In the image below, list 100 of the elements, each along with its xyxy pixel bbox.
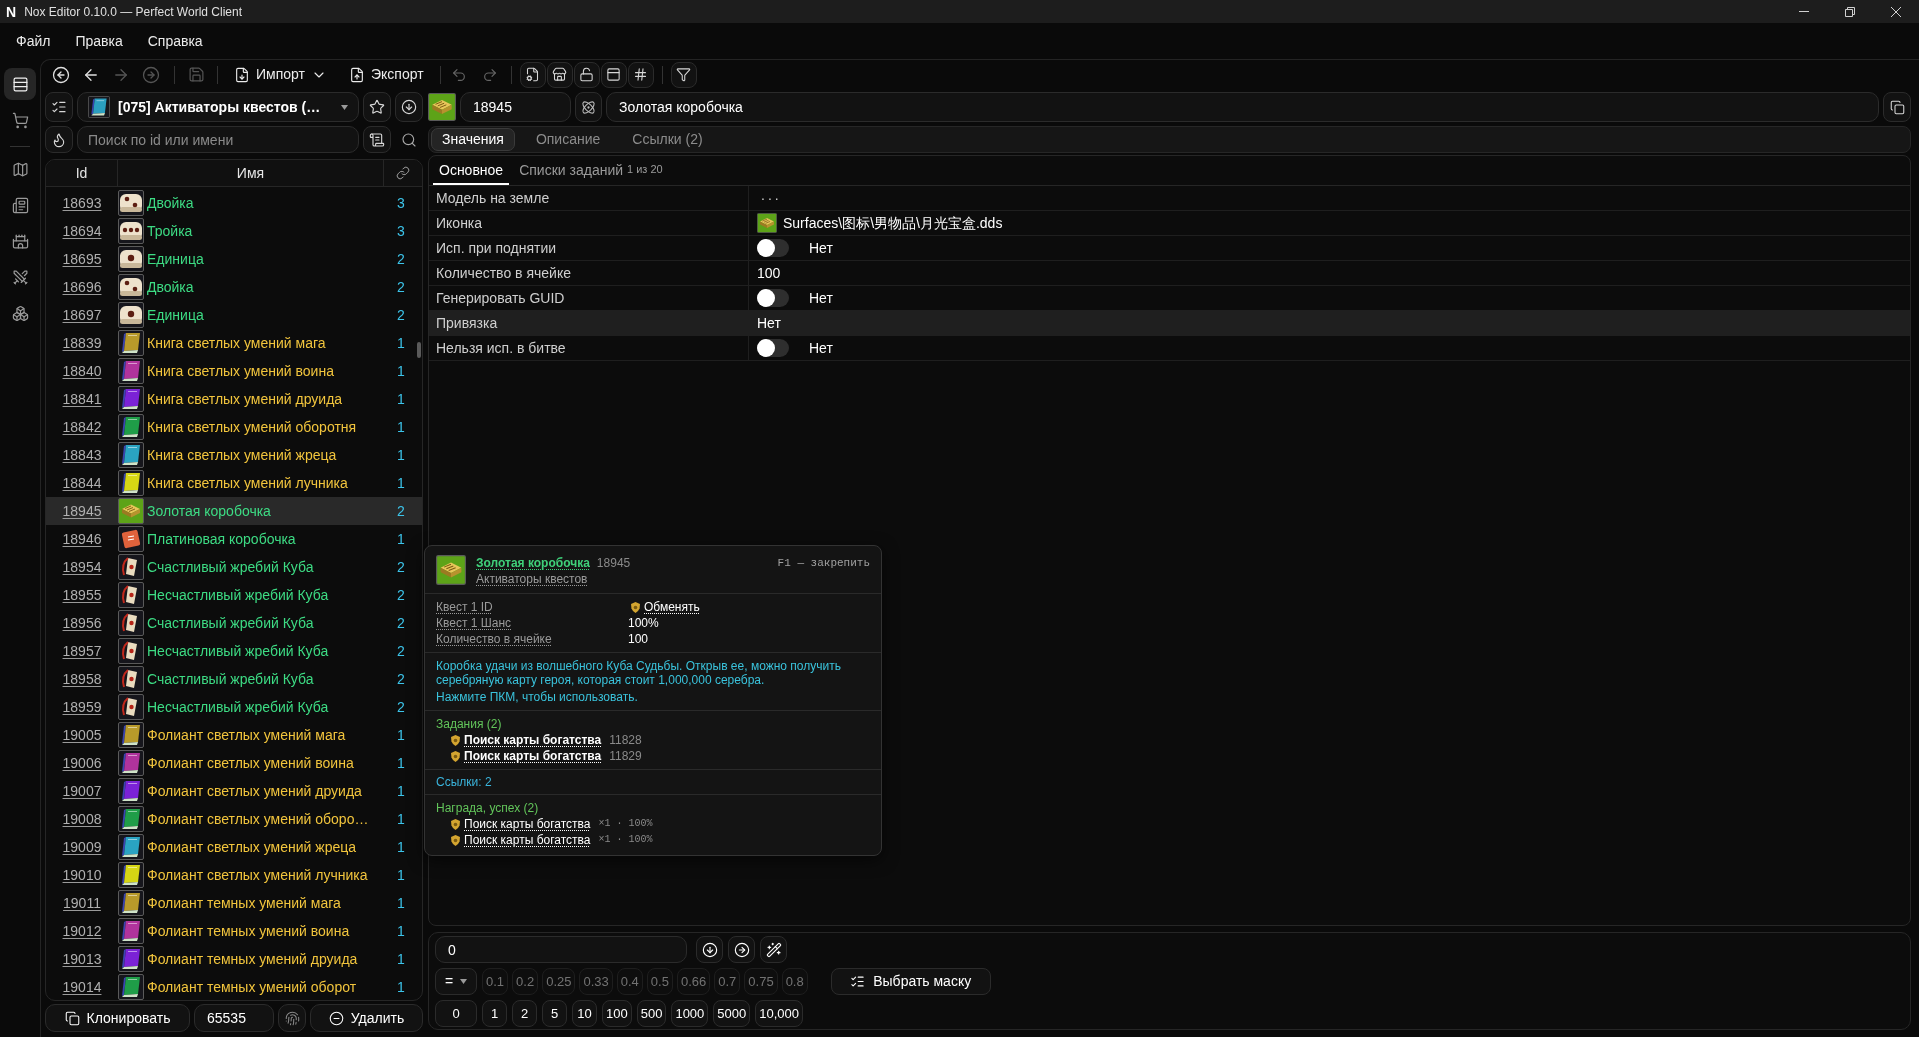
select-mask-button[interactable]: Выбрать маску bbox=[830, 968, 991, 995]
export-button[interactable]: Экспорт bbox=[342, 61, 430, 88]
subtab[interactable]: Основное bbox=[433, 157, 510, 185]
property-row[interactable]: Нельзя исп. в битве Нет bbox=[429, 336, 1910, 361]
tool-button[interactable] bbox=[573, 61, 600, 88]
item-id-link[interactable]: 19005 bbox=[62, 724, 102, 746]
item-id-link[interactable]: 18958 bbox=[62, 668, 102, 690]
reward-link[interactable]: Поиск карты богатства bbox=[464, 816, 591, 832]
import-button[interactable]: Импорт bbox=[228, 61, 333, 88]
more-button[interactable]: ... bbox=[761, 188, 782, 208]
item-name-link[interactable]: Золотая коробочка bbox=[476, 555, 590, 571]
item-id-link[interactable]: 18694 bbox=[62, 220, 102, 242]
search-field[interactable]: Поиск по id или имени bbox=[77, 126, 359, 153]
scrollbar-thumb[interactable] bbox=[417, 342, 421, 358]
item-id-link[interactable]: 19008 bbox=[62, 808, 102, 830]
toggle-switch[interactable] bbox=[757, 239, 789, 257]
tool-button[interactable] bbox=[519, 61, 546, 88]
item-id-link[interactable]: 19011 bbox=[63, 892, 101, 914]
clone-button[interactable]: Клонировать bbox=[45, 1004, 190, 1032]
list-row[interactable]: 18696 Двойка 2 bbox=[46, 273, 422, 301]
item-id-link[interactable]: 19007 bbox=[62, 780, 102, 802]
column-header[interactable]: Id bbox=[75, 162, 88, 184]
amount-chip[interactable]: 1000 bbox=[671, 1000, 709, 1027]
tool-button[interactable] bbox=[546, 61, 573, 88]
list-row[interactable]: 19012 Фолиант темных умений воина 1 bbox=[46, 917, 422, 945]
list-row[interactable]: 18842 Книга светлых умений оборотня 1 bbox=[46, 413, 422, 441]
copy-button[interactable] bbox=[1883, 92, 1911, 122]
item-id-link[interactable]: 18697 bbox=[62, 304, 102, 326]
list-row[interactable]: 19008 Фолиант светлых умений оборо… 1 bbox=[46, 805, 422, 833]
item-id-link[interactable]: 19009 bbox=[62, 836, 102, 858]
delete-button[interactable]: Удалить bbox=[310, 1004, 423, 1032]
amount-chip[interactable]: 1 bbox=[482, 1000, 507, 1027]
amount-chip[interactable]: 10 bbox=[572, 1000, 597, 1027]
list-row[interactable]: 19009 Фолиант светлых умений жреца 1 bbox=[46, 833, 422, 861]
filter-button[interactable] bbox=[670, 61, 697, 88]
list-row[interactable]: 18839 Книга светлых умений мага 1 bbox=[46, 329, 422, 357]
list-row[interactable]: 19006 Фолиант светлых умений воина 1 bbox=[46, 749, 422, 777]
item-id-link[interactable]: 18957 bbox=[62, 640, 102, 662]
number-field[interactable]: 65535 bbox=[194, 1004, 274, 1032]
list-row[interactable]: 18957 Несчастливый жребий Куба 2 bbox=[46, 637, 422, 665]
apply-right-button[interactable] bbox=[728, 936, 755, 963]
property-row[interactable]: Количество в ячейке 100 bbox=[429, 261, 1910, 286]
list-row[interactable]: 18945 Золотая коробочка 2 bbox=[46, 497, 422, 525]
list-row[interactable]: 18946 Платиновая коробочка 1 bbox=[46, 525, 422, 553]
menu-item[interactable]: Справка bbox=[147, 30, 203, 52]
favorite-button[interactable] bbox=[363, 92, 391, 122]
item-id-link[interactable]: 18840 bbox=[62, 360, 102, 382]
list-row[interactable]: 19014 Фолиант темных умений оборот 1 bbox=[46, 973, 422, 1000]
list-row[interactable]: 18693 Двойка 3 bbox=[46, 189, 422, 217]
property-row[interactable]: Исп. при поднятии Нет bbox=[429, 236, 1910, 261]
item-id-link[interactable]: 18696 bbox=[62, 276, 102, 298]
item-id-link[interactable]: 19012 bbox=[62, 920, 102, 942]
column-header[interactable]: Имя bbox=[236, 162, 265, 184]
quest-link[interactable]: Поиск карты богатства bbox=[464, 732, 602, 748]
item-id-link[interactable]: 18954 bbox=[62, 556, 102, 578]
item-id-link[interactable]: 18955 bbox=[62, 584, 102, 606]
item-id-link[interactable]: 19014 bbox=[62, 976, 102, 998]
operator-dropdown[interactable]: = bbox=[435, 968, 477, 995]
amount-chip[interactable]: 5 bbox=[542, 1000, 567, 1027]
scroll-button[interactable] bbox=[363, 126, 391, 153]
amount-chip[interactable]: 5000 bbox=[713, 1000, 751, 1027]
list-row[interactable]: 18955 Несчастливый жребий Куба 2 bbox=[46, 581, 422, 609]
menu-item[interactable]: Правка bbox=[75, 30, 123, 52]
amount-chip[interactable]: 100 bbox=[602, 1000, 632, 1027]
name-field[interactable]: Золотая коробочка bbox=[606, 92, 1879, 122]
value-input[interactable]: 0 bbox=[435, 936, 687, 963]
item-id-link[interactable]: 18841 bbox=[62, 388, 102, 410]
item-id-link[interactable]: 18945 bbox=[62, 500, 102, 522]
list-row[interactable]: 18954 Счастливый жребий Куба 2 bbox=[46, 553, 422, 581]
apply-down-button[interactable] bbox=[696, 936, 723, 963]
tool-button[interactable] bbox=[627, 61, 654, 88]
category-link[interactable]: Активаторы квестов bbox=[476, 571, 631, 587]
fire-button[interactable] bbox=[45, 126, 73, 153]
property-row[interactable]: Модель на земле ... bbox=[429, 186, 1910, 211]
tool-button[interactable] bbox=[600, 61, 627, 88]
item-id-link[interactable]: 18959 bbox=[62, 696, 102, 718]
list-row[interactable]: 18843 Книга светлых умений жреца 1 bbox=[46, 441, 422, 469]
item-id-link[interactable]: 18844 bbox=[62, 472, 102, 494]
item-id-link[interactable]: 19006 bbox=[62, 752, 102, 774]
tab[interactable]: Описание bbox=[524, 128, 612, 151]
list-row[interactable]: 18695 Единица 2 bbox=[46, 245, 422, 273]
category-dropdown[interactable]: [075] Активаторы квестов (… bbox=[77, 92, 359, 122]
list-row[interactable]: 18956 Счастливый жребий Куба 2 bbox=[46, 609, 422, 637]
item-id-link[interactable]: 18843 bbox=[62, 444, 102, 466]
item-number-field[interactable]: 18945 bbox=[460, 92, 571, 122]
item-id-link[interactable]: 18693 bbox=[62, 192, 102, 214]
tab[interactable]: Ссылки (2) bbox=[621, 128, 714, 151]
amount-chip[interactable]: 500 bbox=[636, 1000, 667, 1027]
list-row[interactable]: 18844 Книга светлых умений лучника 1 bbox=[46, 469, 422, 497]
list-row[interactable]: 18697 Единица 2 bbox=[46, 301, 422, 329]
item-id-link[interactable]: 18695 bbox=[62, 248, 102, 270]
item-id-link[interactable]: 19010 bbox=[62, 864, 102, 886]
list-row[interactable]: 19005 Фолиант светлых умений мага 1 bbox=[46, 721, 422, 749]
tab[interactable]: Значения bbox=[431, 128, 515, 151]
list-row[interactable]: 19013 Фолиант темных умений друида 1 bbox=[46, 945, 422, 973]
reward-link[interactable]: Поиск карты богатства bbox=[464, 832, 591, 848]
item-id-link[interactable]: 18946 bbox=[62, 528, 102, 550]
atom-button[interactable] bbox=[575, 92, 602, 122]
amount-chip[interactable]: 0 bbox=[435, 1000, 477, 1027]
activity-button[interactable] bbox=[4, 68, 36, 100]
